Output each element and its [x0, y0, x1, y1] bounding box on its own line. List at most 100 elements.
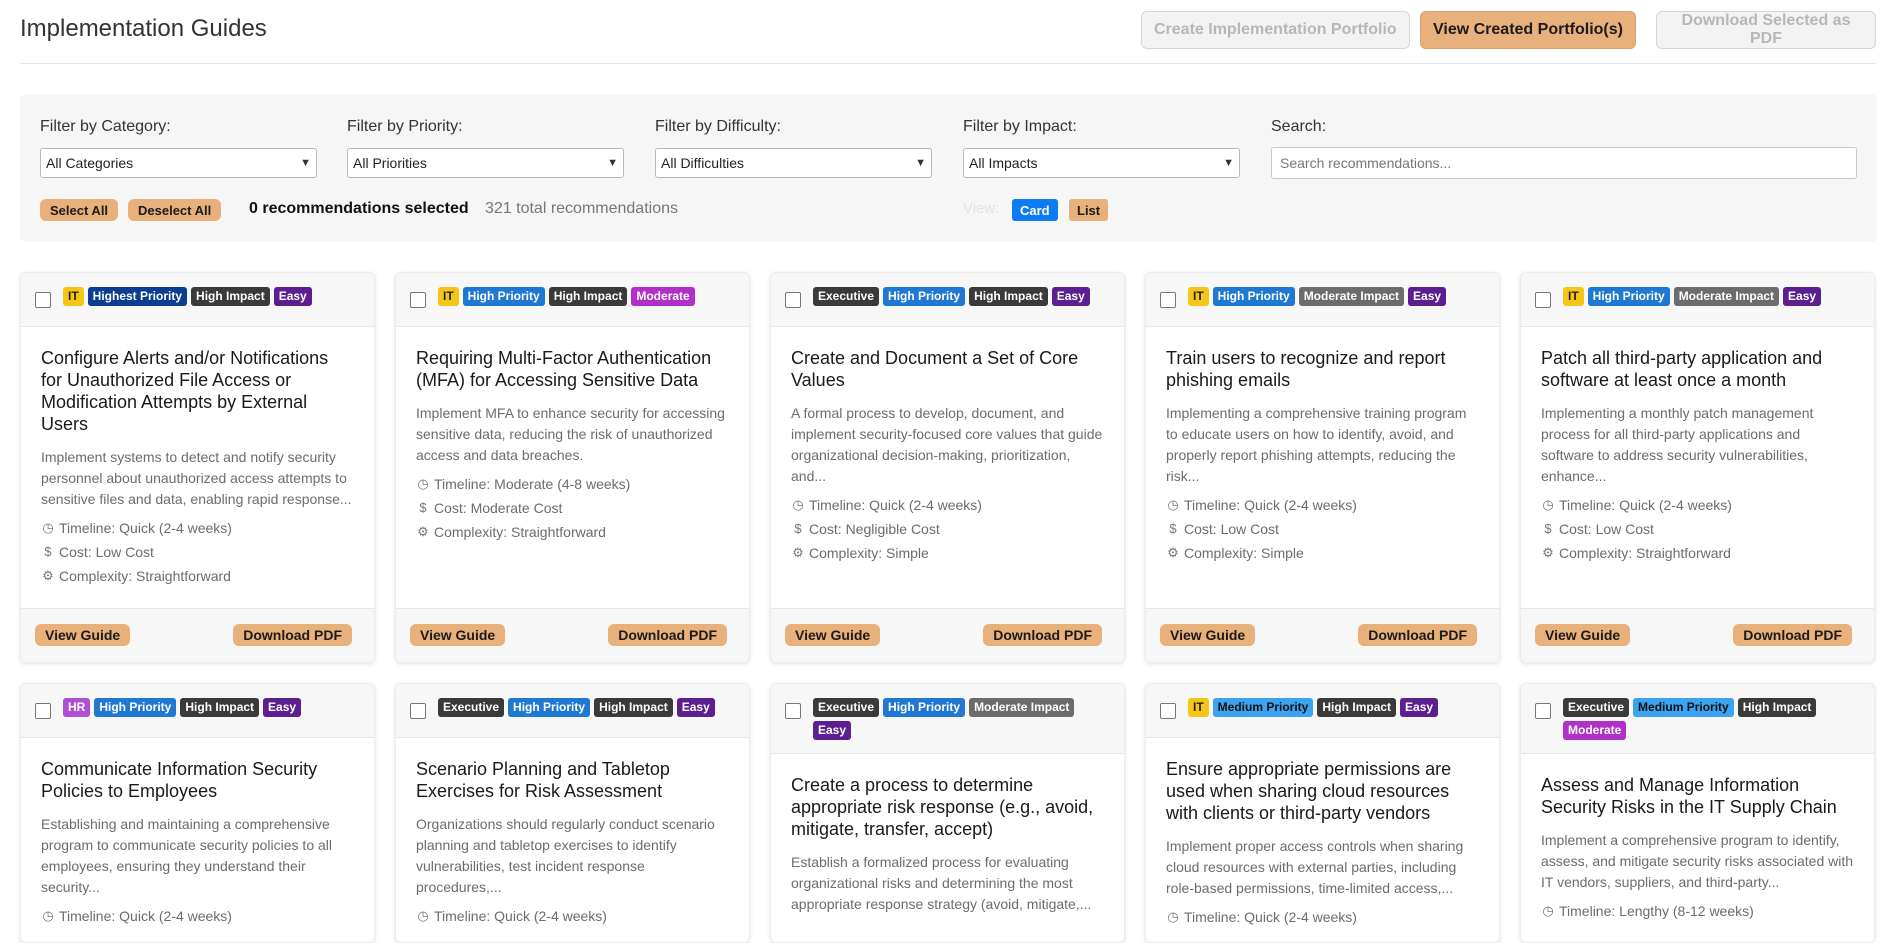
- gears-icon: ⚙: [1167, 545, 1179, 560]
- difficulty-select-value: All Difficulties: [661, 155, 744, 171]
- select-checkbox[interactable]: [35, 292, 51, 308]
- complexity-row: ⚙ Complexity: Simple: [1166, 541, 1479, 565]
- recommendation-card: Executive High Priority High Impact Easy…: [395, 683, 750, 943]
- select-checkbox[interactable]: [1535, 703, 1551, 719]
- badge-list: IT High Priority Moderate Impact Easy: [1563, 286, 1862, 306]
- clock-icon: ◷: [1167, 909, 1179, 924]
- view-guide-button[interactable]: View Guide: [35, 624, 131, 646]
- card-body: Communicate Information Security Policie…: [21, 738, 374, 928]
- timeline-row: ◷ Timeline: Quick (2-4 weeks): [41, 904, 354, 928]
- select-checkbox[interactable]: [785, 292, 801, 308]
- timeline-text: Timeline: Quick (2-4 weeks): [59, 520, 232, 536]
- chevron-down-icon: ▼: [915, 157, 926, 169]
- download-pdf-button[interactable]: Download PDF: [1733, 624, 1852, 646]
- difficulty-select[interactable]: All Difficulties ▼: [655, 148, 932, 178]
- cost-text: Cost: Moderate Cost: [434, 500, 563, 516]
- recommendation-card: Executive Medium Priority High Impact Mo…: [1520, 683, 1875, 943]
- chevron-down-icon: ▼: [1223, 157, 1234, 169]
- category-badge: Executive: [1563, 698, 1630, 717]
- badge-list: Executive High Priority High Impact Easy: [813, 286, 1112, 306]
- complexity-row: ⚙ Complexity: Straightforward: [1541, 541, 1854, 565]
- total-count: 321 total recommendations: [485, 200, 678, 217]
- complexity-text: Complexity: Simple: [1184, 545, 1304, 561]
- timeline-text: Timeline: Moderate (4-8 weeks): [434, 476, 631, 492]
- impact-badge: Moderate Impact: [969, 698, 1075, 717]
- impact-select-value: All Impacts: [969, 155, 1038, 171]
- priority-badge: Medium Priority: [1212, 698, 1314, 717]
- download-selected-button[interactable]: Download Selected as PDF: [1656, 11, 1876, 49]
- dollar-icon: $: [44, 544, 52, 559]
- category-select-value: All Categories: [46, 155, 134, 171]
- card-title: Create a process to determine appropriat…: [791, 775, 1094, 839]
- card-header: IT High Priority High Impact Moderate: [396, 273, 749, 327]
- card-header: HR High Priority High Impact Easy: [21, 684, 374, 738]
- card-title: Communicate Information Security Policie…: [41, 759, 318, 801]
- view-guide-button[interactable]: View Guide: [1535, 624, 1631, 646]
- select-checkbox[interactable]: [410, 703, 426, 719]
- select-checkbox[interactable]: [1160, 292, 1176, 308]
- card-footer: View Guide Download PDF: [396, 608, 749, 662]
- card-title: Assess and Manage Information Security R…: [1541, 775, 1837, 817]
- card-body: Scenario Planning and Tabletop Exercises…: [396, 738, 749, 928]
- card-title: Create and Document a Set of Core Values: [791, 348, 1079, 390]
- view-guide-button[interactable]: View Guide: [410, 624, 506, 646]
- filter-panel: Filter by Category: All Categories ▼ Fil…: [20, 94, 1877, 242]
- card-body: Ensure appropriate permissions are used …: [1146, 738, 1499, 929]
- dollar-icon: $: [1169, 521, 1177, 536]
- select-checkbox[interactable]: [1535, 292, 1551, 308]
- deselect-all-button[interactable]: Deselect All: [128, 199, 222, 221]
- impact-select[interactable]: All Impacts ▼: [963, 148, 1240, 178]
- category-badge: Executive: [438, 698, 505, 717]
- cost-row: $ Cost: Moderate Cost: [416, 496, 729, 520]
- select-checkbox[interactable]: [35, 703, 51, 719]
- select-all-button[interactable]: Select All: [40, 199, 119, 221]
- card-view-button[interactable]: Card: [1012, 199, 1058, 221]
- card-description: Implement proper access controls when sh…: [1166, 838, 1464, 896]
- create-portfolio-button[interactable]: Create Implementation Portfolio: [1141, 11, 1410, 49]
- category-badge: IT: [1188, 698, 1209, 717]
- card-title: Configure Alerts and/or Notifications fo…: [41, 348, 329, 434]
- selected-count: 0 recommendations selected: [249, 200, 469, 217]
- card-title: Train users to recognize and report phis…: [1166, 348, 1446, 390]
- card-header: IT Medium Priority High Impact Easy: [1146, 684, 1499, 738]
- card-header: IT High Priority Moderate Impact Easy: [1521, 273, 1874, 327]
- complexity-row: ⚙ Complexity: Simple: [791, 541, 1104, 565]
- view-portfolios-button[interactable]: View Created Portfolio(s): [1420, 11, 1636, 49]
- download-pdf-button[interactable]: Download PDF: [608, 624, 727, 646]
- search-label: Search:: [1271, 118, 1327, 135]
- recommendation-card: IT High Priority Moderate Impact Easy Tr…: [1145, 272, 1500, 663]
- gears-icon: ⚙: [42, 568, 54, 583]
- download-pdf-button[interactable]: Download PDF: [233, 624, 352, 646]
- difficulty-badge: Easy: [1051, 287, 1090, 306]
- difficulty-badge: Easy: [676, 698, 715, 717]
- priority-badge: High Priority: [1212, 287, 1295, 306]
- select-checkbox[interactable]: [410, 292, 426, 308]
- impact-badge: High Impact: [180, 698, 260, 717]
- badge-list: Executive Medium Priority High Impact Mo…: [1563, 697, 1834, 740]
- impact-badge: High Impact: [1737, 698, 1817, 717]
- category-badge: IT: [438, 287, 459, 306]
- gears-icon: ⚙: [417, 524, 429, 539]
- select-checkbox[interactable]: [785, 703, 801, 719]
- complexity-text: Complexity: Straightforward: [1559, 545, 1731, 561]
- download-pdf-button[interactable]: Download PDF: [983, 624, 1102, 646]
- card-body: Train users to recognize and report phis…: [1146, 327, 1499, 565]
- view-guide-button[interactable]: View Guide: [785, 624, 881, 646]
- card-description: Establishing and maintaining a comprehen…: [41, 816, 333, 895]
- priority-badge: High Priority: [883, 287, 966, 306]
- list-view-button[interactable]: List: [1069, 199, 1109, 221]
- category-select[interactable]: All Categories ▼: [40, 148, 317, 178]
- view-guide-button[interactable]: View Guide: [1160, 624, 1256, 646]
- difficulty-filter-label: Filter by Difficulty:: [655, 118, 781, 135]
- timeline-row: ◷ Timeline: Quick (2-4 weeks): [1166, 493, 1479, 517]
- search-input[interactable]: [1271, 147, 1857, 179]
- clock-icon: ◷: [1542, 903, 1554, 918]
- card-title: Ensure appropriate permissions are used …: [1166, 759, 1452, 823]
- timeline-row: ◷ Timeline: Quick (2-4 weeks): [41, 516, 354, 540]
- card-header: Executive High Priority High Impact Easy: [771, 273, 1124, 327]
- download-pdf-button[interactable]: Download PDF: [1358, 624, 1477, 646]
- card-footer: View Guide Download PDF: [771, 608, 1124, 662]
- select-checkbox[interactable]: [1160, 703, 1176, 719]
- priority-select[interactable]: All Priorities ▼: [347, 148, 624, 178]
- badge-list: IT High Priority Moderate Impact Easy: [1188, 286, 1487, 306]
